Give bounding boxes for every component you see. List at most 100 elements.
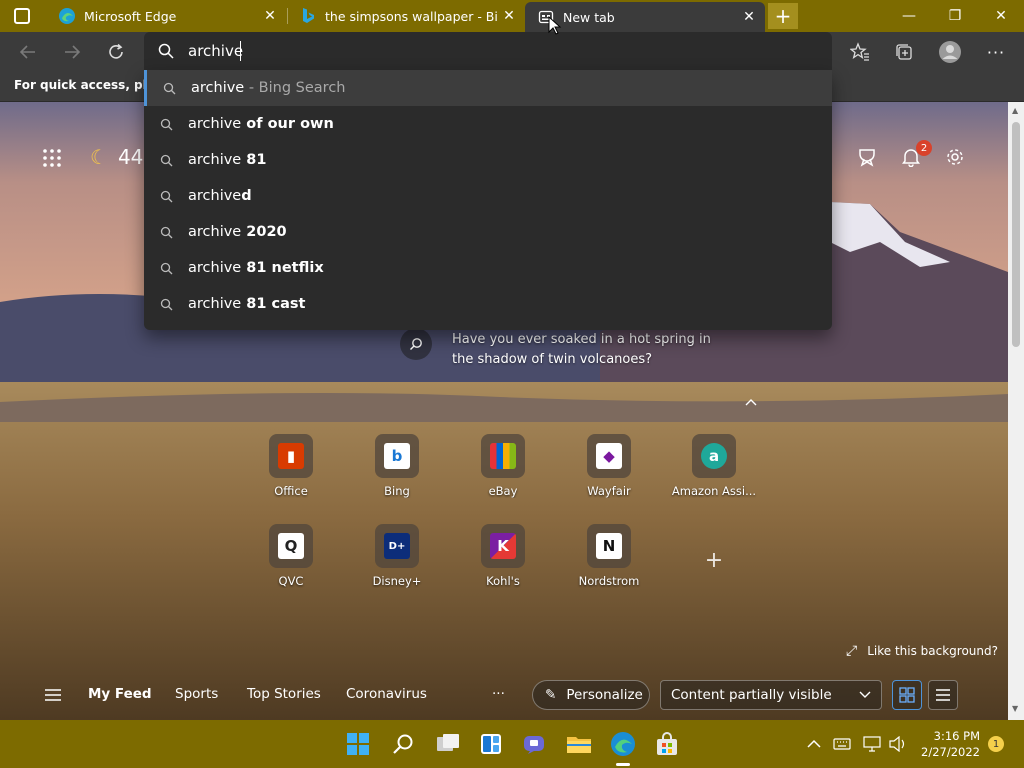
scrollbar-thumb[interactable]: [1012, 122, 1020, 347]
edge-taskbar-button[interactable]: [609, 730, 637, 766]
page-settings-button[interactable]: [944, 146, 966, 168]
teams-chat-button[interactable]: [520, 730, 548, 758]
address-input[interactable]: archive: [188, 42, 243, 60]
notification-center-badge[interactable]: 1: [988, 736, 1004, 752]
suggestion-completion: 2020: [241, 224, 287, 240]
search-icon: [144, 262, 188, 275]
tab-microsoft-edge[interactable]: Microsoft Edge ✕: [46, 0, 286, 32]
speaker-icon: [889, 736, 905, 752]
show-hidden-icons-button[interactable]: [800, 730, 828, 758]
feed-tab-sports[interactable]: Sports: [175, 686, 218, 702]
amazon-assistant-icon: a: [701, 443, 727, 469]
quick-link-tile: a: [692, 434, 736, 478]
collections-button[interactable]: [890, 38, 918, 66]
content-visibility-dropdown[interactable]: Content partially visible: [660, 680, 882, 710]
clock[interactable]: 3:16 PM 2/27/2022: [920, 728, 980, 760]
quick-link-ebay[interactable]: eBay: [453, 434, 553, 498]
file-explorer-button[interactable]: [565, 730, 593, 758]
close-tab-icon[interactable]: ✕: [499, 6, 519, 26]
list-layout-button[interactable]: [928, 680, 958, 710]
close-tab-icon[interactable]: ✕: [260, 6, 280, 26]
widgets-button[interactable]: [477, 730, 505, 758]
quick-link-wayfair[interactable]: ◆ Wayfair: [559, 434, 659, 498]
settings-more-button[interactable]: ···: [982, 38, 1010, 66]
suggestion-item[interactable]: archive d: [144, 178, 832, 214]
suggestion-prefix: archive: [188, 260, 242, 276]
notifications-button[interactable]: 2: [898, 140, 932, 170]
new-tab-button[interactable]: +: [768, 3, 798, 29]
refresh-button[interactable]: [102, 38, 130, 66]
feed-tab-top-stories[interactable]: Top Stories: [247, 686, 321, 702]
list-layout-icon: [936, 689, 950, 701]
suggestion-item[interactable]: archive 81 cast: [144, 286, 832, 322]
apps-launcher-button[interactable]: [40, 146, 64, 170]
edge-icon: [611, 732, 635, 756]
grid-layout-button[interactable]: [892, 680, 922, 710]
quick-link-bing[interactable]: b Bing: [347, 434, 447, 498]
like-background-button[interactable]: ⤢ Like this background?: [846, 642, 998, 660]
scroll-up-arrow-icon[interactable]: ▲: [1012, 106, 1018, 115]
network-tray-button[interactable]: [858, 730, 886, 758]
keyboard-tray-button[interactable]: [828, 730, 856, 758]
quick-link-disney-plus[interactable]: D+ Disney+: [347, 524, 447, 588]
visual-search-button[interactable]: [400, 328, 432, 360]
task-view-icon: [437, 734, 459, 751]
quick-link-amazon-assistant[interactable]: a Amazon Assi...: [664, 434, 764, 498]
quick-link-nordstrom[interactable]: N Nordstrom: [559, 524, 659, 588]
feed-tab-my-feed[interactable]: My Feed: [88, 686, 152, 702]
address-bar[interactable]: archive: [144, 32, 832, 70]
close-tab-icon[interactable]: ✕: [739, 7, 759, 27]
suggestion-item[interactable]: archive of our own: [144, 106, 832, 142]
wayfair-icon: ◆: [596, 443, 622, 469]
weather-widget[interactable]: ☾ 44: [90, 142, 143, 172]
feed-more-button[interactable]: ···: [492, 686, 505, 702]
collapse-chevron-icon[interactable]: [742, 394, 760, 410]
gear-icon: [947, 149, 963, 165]
minimize-button[interactable]: —: [886, 0, 932, 32]
personalize-button[interactable]: ✎ Personalize: [532, 680, 650, 710]
volume-tray-button[interactable]: [884, 730, 912, 758]
background-fact[interactable]: Have you ever soaked in a hot spring in …: [452, 330, 722, 370]
profile-button[interactable]: [936, 38, 964, 66]
folder-icon: [567, 737, 591, 753]
suggestion-item[interactable]: archive 81: [144, 142, 832, 178]
suggestion-item[interactable]: archive 81 netflix: [144, 250, 832, 286]
suggestion-item[interactable]: archive - Bing Search: [144, 70, 832, 106]
quick-link-office[interactable]: ▮ Office: [241, 434, 341, 498]
store-button[interactable]: [653, 730, 681, 758]
taskbar-search-button[interactable]: [389, 730, 417, 758]
expand-arrow-icon: ⤢: [846, 643, 858, 659]
office-icon: ▮: [278, 443, 304, 469]
task-view-button[interactable]: [434, 730, 462, 758]
quick-link-label: Bing: [384, 484, 410, 498]
close-window-button[interactable]: ✕: [978, 0, 1024, 32]
hamburger-icon: [45, 689, 61, 701]
bing-icon: [299, 7, 317, 25]
feed-menu-button[interactable]: [44, 688, 62, 706]
add-quick-link-button[interactable]: +: [704, 548, 724, 573]
forward-button[interactable]: [58, 38, 86, 66]
start-button[interactable]: [344, 730, 372, 758]
tab-simpsons-wallpaper[interactable]: the simpsons wallpaper - Bing im ✕: [287, 0, 525, 32]
quick-link-kohls[interactable]: K Kohl's: [453, 524, 553, 588]
suggestion-prefix: archive: [188, 296, 242, 312]
suggestion-item[interactable]: archive 2020: [144, 214, 832, 250]
suggestion-completion: 81 netflix: [241, 260, 324, 276]
feed-tab-coronavirus[interactable]: Coronavirus: [346, 686, 427, 702]
quick-link-qvc[interactable]: Q QVC: [241, 524, 341, 588]
weather-temperature: 44: [117, 145, 144, 169]
tab-actions-icon[interactable]: [14, 8, 30, 24]
network-icon: [863, 736, 881, 752]
quick-link-label: Office: [274, 484, 308, 498]
rewards-button[interactable]: [856, 146, 878, 168]
favorites-button[interactable]: [846, 38, 874, 66]
edge-icon: [58, 7, 76, 25]
arrow-right-icon: [65, 45, 81, 59]
moon-icon: ☾: [90, 145, 108, 169]
restore-button[interactable]: ❐: [932, 0, 978, 32]
scroll-down-arrow-icon[interactable]: ▼: [1012, 704, 1018, 713]
search-icon: [158, 43, 174, 63]
quick-link-label: Disney+: [372, 574, 422, 588]
back-button[interactable]: [14, 38, 42, 66]
page-scrollbar[interactable]: ▲ ▼: [1008, 102, 1024, 720]
